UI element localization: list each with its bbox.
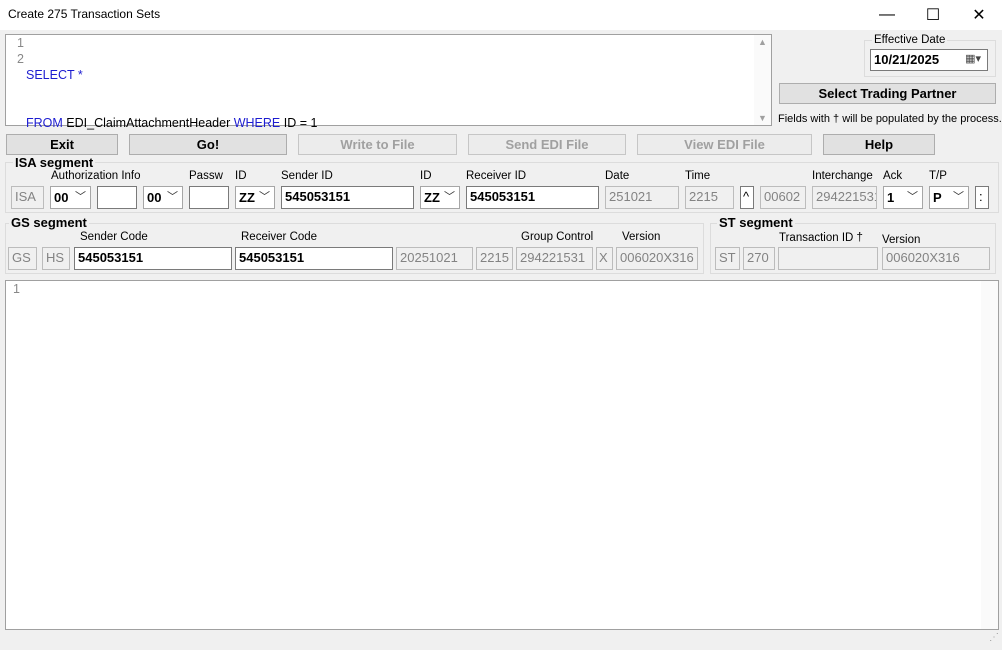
sender-qualifier-select[interactable]: ZZ ﹀ bbox=[235, 186, 275, 209]
chevron-down-icon: ﹀ bbox=[444, 191, 455, 203]
st-code-field: ST bbox=[715, 247, 740, 270]
gs-code-field: GS bbox=[8, 247, 37, 270]
auth-info-field[interactable] bbox=[97, 186, 137, 209]
line-number: 1 bbox=[13, 282, 20, 296]
gs-segment-title: GS segment bbox=[9, 215, 89, 230]
chevron-down-icon: ﹀ bbox=[75, 191, 86, 203]
group-control-label: Group Control bbox=[521, 231, 594, 243]
receiver-qual-label: ID bbox=[420, 170, 432, 182]
st-segment-title: ST segment bbox=[717, 215, 795, 230]
sender-qualifier-value: ZZ bbox=[239, 190, 255, 205]
gs-time-field: 2215 bbox=[476, 247, 513, 270]
sender-code-label: Sender Code bbox=[80, 231, 148, 243]
ack-value: 1 bbox=[887, 190, 895, 205]
send-edi-file-button[interactable]: Send EDI File bbox=[468, 134, 626, 155]
resize-grip-icon[interactable]: ⋰ bbox=[987, 633, 999, 647]
scroll-up-icon[interactable]: ▲ bbox=[754, 37, 771, 47]
sql-keyword: FROM bbox=[26, 116, 63, 130]
transaction-id-label: Transaction ID † bbox=[779, 232, 863, 244]
sender-code-field[interactable]: 545053151 bbox=[74, 247, 232, 270]
minimize-icon[interactable]: — bbox=[864, 0, 910, 30]
line-number: 1 bbox=[17, 36, 24, 50]
sql-text: EDI_ClaimAttachmentHeader bbox=[62, 116, 234, 130]
sql-text: ID = 1 bbox=[280, 116, 318, 130]
effective-date-value: 10/21/2025 bbox=[874, 52, 940, 67]
st-version-label: Version bbox=[882, 234, 921, 246]
receiver-code-label: Receiver Code bbox=[241, 231, 318, 243]
sql-editor[interactable]: 1 2 SELECT * FROM EDI_ClaimAttachmentHea… bbox=[5, 34, 772, 130]
interchange-field: 294221531 bbox=[812, 186, 877, 209]
component-separator-field[interactable]: : bbox=[975, 186, 989, 209]
sql-keyword: SELECT bbox=[26, 68, 75, 82]
isa-date-field: 251021 bbox=[605, 186, 679, 209]
window-title: Create 275 Transaction Sets bbox=[8, 7, 161, 21]
chevron-down-icon: ﹀ bbox=[907, 191, 918, 203]
interchange-label: Interchange bbox=[812, 170, 873, 182]
sql-text: * bbox=[74, 68, 83, 82]
isa-version-field: 00602 bbox=[760, 186, 806, 209]
auth-info-label: Authorization Info bbox=[51, 170, 141, 182]
set-id-field: 270 bbox=[743, 247, 775, 270]
ack-select[interactable]: 1 ﹀ bbox=[883, 186, 923, 209]
effective-date-picker[interactable]: 10/21/2025 ▦▾ bbox=[870, 49, 988, 71]
st-version-field: 006020X316 bbox=[882, 247, 990, 270]
tp-value: P bbox=[933, 190, 942, 205]
receiver-code-field[interactable]: 545053151 bbox=[235, 247, 393, 270]
effective-date-label: Effective Date bbox=[872, 34, 948, 46]
isa-time-field: 2215 bbox=[685, 186, 734, 209]
sender-id-field[interactable]: 545053151 bbox=[281, 186, 414, 209]
sender-qual-label: ID bbox=[235, 170, 247, 182]
maximize-icon[interactable]: ☐ bbox=[910, 0, 956, 30]
receiver-qualifier-select[interactable]: ZZ ﹀ bbox=[420, 186, 460, 209]
gs-version-field: 006020X316 bbox=[616, 247, 698, 270]
functional-code-field: HS bbox=[42, 247, 70, 270]
gs-version-label: Version bbox=[622, 231, 661, 243]
group-control-field: 294221531 bbox=[516, 247, 593, 270]
isa-segment-title: ISA segment bbox=[13, 155, 96, 170]
sql-scrollbar[interactable]: ▲ ▼ bbox=[754, 35, 771, 125]
auth-qualifier-value: 00 bbox=[54, 190, 69, 205]
security-qualifier-select[interactable]: 00 ﹀ bbox=[143, 186, 183, 209]
chevron-down-icon: ﹀ bbox=[953, 191, 964, 203]
gs-date-field: 20251021 bbox=[396, 247, 473, 270]
date-label: Date bbox=[605, 170, 630, 182]
time-label: Time bbox=[685, 170, 711, 182]
receiver-id-field[interactable]: 545053151 bbox=[466, 186, 599, 209]
security-qualifier-value: 00 bbox=[147, 190, 162, 205]
agency-code-field: X bbox=[596, 247, 613, 270]
view-edi-file-button[interactable]: View EDI File bbox=[637, 134, 812, 155]
transaction-id-field bbox=[778, 247, 878, 270]
ack-label: Ack bbox=[883, 170, 903, 182]
repetition-separator-field[interactable]: ^ bbox=[740, 186, 754, 209]
sender-id-label: Sender ID bbox=[281, 170, 333, 182]
auth-qualifier-select[interactable]: 00 ﹀ bbox=[50, 186, 91, 209]
calendar-icon[interactable]: ▦▾ bbox=[965, 52, 981, 65]
help-button[interactable]: Help bbox=[823, 134, 935, 155]
password-label: Passw bbox=[189, 170, 223, 182]
isa-code-field: ISA bbox=[11, 186, 44, 209]
tp-label: T/P bbox=[929, 170, 947, 182]
chevron-down-icon: ﹀ bbox=[167, 191, 178, 203]
receiver-id-label: Receiver ID bbox=[466, 170, 527, 182]
tp-select[interactable]: P ﹀ bbox=[929, 186, 969, 209]
fields-note: Fields with † will be populated by the p… bbox=[778, 113, 1002, 125]
output-scrollbar[interactable] bbox=[981, 281, 998, 629]
receiver-qualifier-value: ZZ bbox=[424, 190, 440, 205]
edi-output-editor[interactable]: 1 bbox=[5, 280, 999, 630]
sql-keyword: WHERE bbox=[233, 116, 281, 130]
password-field[interactable] bbox=[189, 186, 229, 209]
chevron-down-icon: ﹀ bbox=[259, 191, 270, 203]
write-to-file-button[interactable]: Write to File bbox=[298, 134, 457, 155]
line-number: 2 bbox=[17, 52, 24, 66]
scroll-down-icon[interactable]: ▼ bbox=[754, 113, 771, 123]
exit-button[interactable]: Exit bbox=[6, 134, 118, 155]
sql-line-numbers: 1 2 bbox=[6, 35, 24, 67]
select-trading-partner-button[interactable]: Select Trading Partner bbox=[779, 83, 996, 104]
go-button[interactable]: Go! bbox=[129, 134, 287, 155]
close-icon[interactable]: ✕ bbox=[956, 0, 1002, 30]
